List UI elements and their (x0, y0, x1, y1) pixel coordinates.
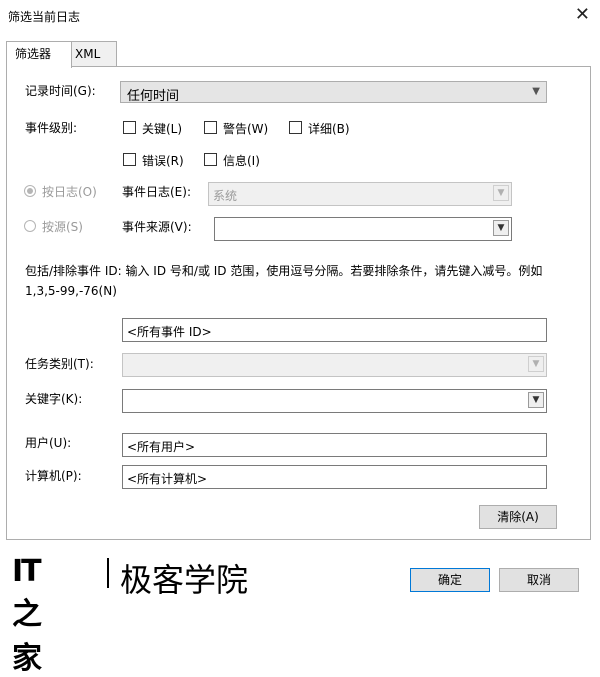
chevron-down-icon: ▼ (493, 220, 509, 236)
logged-label: 记录时间(G): (25, 84, 96, 98)
error-checkbox[interactable] (123, 153, 136, 166)
task-category-field[interactable]: ▼ (122, 353, 547, 377)
warning-label: 警告(W) (223, 122, 269, 136)
error-label: 错误(R) (142, 154, 184, 168)
task-category-label: 任务类别(T): (25, 357, 94, 371)
event-log-label: 事件日志(E): (122, 185, 191, 199)
by-log-radio[interactable] (24, 185, 36, 197)
logo-text: 极客学院 (120, 561, 249, 599)
chevron-down-icon: ▼ (528, 392, 544, 408)
close-icon[interactable]: ✕ (575, 4, 590, 25)
information-checkbox[interactable] (204, 153, 217, 166)
keywords-field[interactable]: ▼ (122, 389, 547, 413)
chevron-down-icon: ▼ (528, 356, 544, 372)
ok-button[interactable]: 确定 (410, 568, 490, 592)
filter-dialog: 筛选当前日志 ✕ 筛选器 XML 记录时间(G): 任何时间 ▼ 事件级别: 关… (0, 0, 600, 676)
computer-label: 计算机(P): (25, 469, 82, 483)
critical-label: 关键(L) (142, 122, 183, 136)
clear-button[interactable]: 清除(A) (479, 505, 557, 529)
user-value: <所有用户> (127, 440, 196, 454)
computer-field[interactable]: <所有计算机> (122, 465, 547, 489)
event-id-field[interactable]: <所有事件 ID> (122, 318, 547, 342)
computer-value: <所有计算机> (127, 472, 208, 486)
verbose-checkbox[interactable] (289, 121, 302, 134)
event-source-label: 事件来源(V): (122, 220, 192, 234)
warning-checkbox[interactable] (204, 121, 217, 134)
tab-filter[interactable]: 筛选器 (6, 41, 72, 68)
title-bar: 筛选当前日志 ✕ (0, 0, 600, 30)
logo-divider (107, 558, 109, 588)
user-field[interactable]: <所有用户> (122, 433, 547, 457)
event-level-label: 事件级别: (25, 121, 78, 135)
logged-dropdown[interactable]: 任何时间 ▼ (120, 81, 547, 104)
by-source-radio[interactable] (24, 220, 36, 232)
event-log-value: 系统 (213, 189, 238, 203)
event-id-description: 包括/排除事件 ID: 输入 ID 号和/或 ID 范围，使用逗号分隔。若要排除… (25, 264, 543, 298)
tab-xml[interactable]: XML (66, 41, 117, 66)
by-log-label: 按日志(O) (42, 185, 97, 199)
event-log-field[interactable]: 系统 ▼ (208, 182, 512, 206)
chevron-down-icon: ▼ (493, 185, 509, 201)
dialog-title: 筛选当前日志 (8, 10, 81, 24)
logged-value: 任何时间 (127, 89, 180, 104)
verbose-label: 详细(B) (308, 122, 350, 136)
by-source-label: 按源(S) (42, 220, 83, 234)
information-label: 信息(I) (223, 154, 260, 168)
critical-checkbox[interactable] (123, 121, 136, 134)
event-source-field[interactable]: ▼ (214, 217, 512, 241)
filter-panel: 记录时间(G): 任何时间 ▼ 事件级别: 关键(L) 警告(W) 详细(B) … (6, 66, 591, 540)
user-label: 用户(U): (25, 436, 72, 450)
logo-mark: IT之家 (12, 554, 42, 676)
keywords-label: 关键字(K): (25, 392, 83, 406)
cancel-button[interactable]: 取消 (499, 568, 579, 592)
chevron-down-icon: ▼ (532, 86, 540, 97)
event-id-value: <所有事件 ID> (127, 325, 212, 339)
